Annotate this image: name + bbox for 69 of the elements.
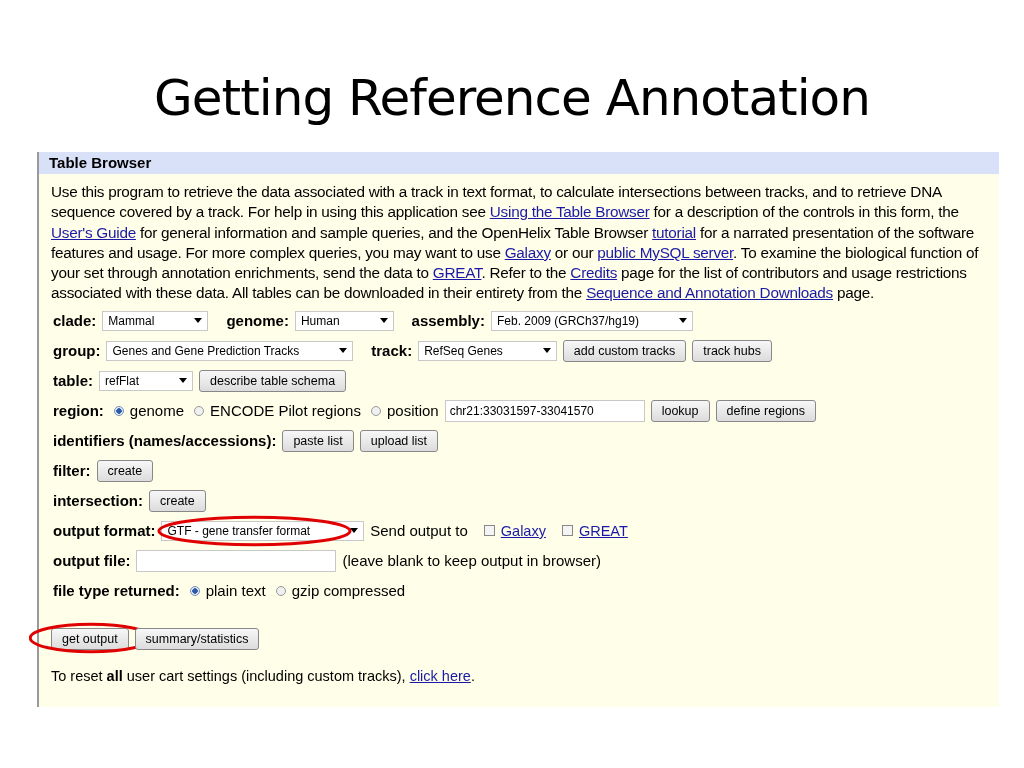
checkbox[interactable]	[561, 525, 573, 537]
radio-button[interactable]	[113, 405, 124, 416]
caret-icon	[379, 318, 388, 324]
dropdown[interactable]: GTF - gene transfer format	[161, 520, 365, 541]
help-link[interactable]: GREAT	[432, 264, 482, 282]
caret-icon	[339, 348, 348, 354]
field-label: group:	[53, 342, 101, 360]
form-button[interactable]: upload list	[359, 429, 439, 452]
dropdown[interactable]: Mammal	[102, 310, 209, 331]
field-label: file type returned:	[53, 582, 180, 600]
help-link[interactable]: Using the Table Browser	[489, 203, 650, 221]
radio-button[interactable]	[189, 585, 200, 596]
help-link[interactable]: Galaxy	[504, 243, 551, 261]
field-label: clade:	[53, 312, 97, 330]
field-label: output format:	[53, 522, 156, 540]
field-label: output file:	[53, 552, 131, 570]
field-label: track:	[371, 342, 413, 360]
caret-icon	[350, 528, 359, 534]
caret-icon	[542, 348, 551, 354]
dropdown[interactable]: RefSeq Genes	[418, 340, 557, 361]
form-button[interactable]: lookup	[650, 399, 710, 422]
field-note: (leave blank to keep output in browser)	[342, 552, 601, 570]
input-field[interactable]: chr21:33031597-33041570	[444, 399, 645, 422]
radio-button[interactable]	[194, 405, 205, 416]
reset-sentence: To reset all user cart settings (including custom tracks), click here.	[51, 667, 476, 684]
dropdown[interactable]: Human	[294, 310, 394, 331]
form-button[interactable]: summary/statistics	[134, 627, 260, 650]
form-button[interactable]: define regions	[715, 399, 817, 422]
radio-label: ENCODE Pilot regions	[210, 402, 361, 420]
field-label: region:	[53, 402, 104, 420]
field-label: filter:	[53, 462, 91, 480]
radio-label: plain text	[205, 582, 266, 600]
intro-paragraph: Use this program to retrieve the data associated with a track in text format, to calculate intersections between tracks, and to retrieve DNA sequence covered by a track. For help in using this application see Using the Table Browser for a description of the controls in this form, the User's Guide for general information and sample queries, and the OpenHelix Table Browser tutorial for a narrated presentation of the software features and usage. For more complex queries, you may want to use Galaxy or our public MySQL server. To examine the biological function of your set through annotation enrichments, send the data to GREAT. Refer to the Credits page for the list of contributors and usage restrictions associated with these data. All tables can be downloaded in their entirety from the Sequence and Annotation Downloads page.	[51, 182, 980, 304]
input-field[interactable]	[136, 549, 337, 572]
field-label: identifiers (names/accessions):	[53, 432, 277, 450]
radio-label: position	[386, 402, 439, 420]
form-button[interactable]: paste list	[282, 429, 354, 452]
radio-label: genome	[129, 402, 185, 420]
form-button[interactable]: add custom tracks	[562, 339, 687, 362]
field-label: intersection:	[53, 492, 143, 510]
checkbox-link[interactable]: GREAT	[578, 522, 628, 539]
field-note: Send output to	[370, 522, 468, 540]
field-label: assembly:	[411, 312, 485, 330]
caret-icon	[679, 318, 688, 324]
field-label: genome:	[226, 312, 289, 330]
checkbox-link[interactable]: Galaxy	[500, 522, 546, 539]
dropdown[interactable]: Feb. 2009 (GRCh37/hg19)	[490, 310, 694, 331]
panel-header: Table Browser	[39, 152, 999, 174]
radio-label: gzip compressed	[291, 582, 406, 600]
help-link[interactable]: Credits	[570, 264, 618, 282]
reset-link[interactable]: click here	[409, 667, 471, 684]
help-link[interactable]: Sequence and Annotation Downloads	[586, 284, 834, 302]
form-button[interactable]: get output	[51, 627, 129, 650]
dropdown[interactable]: refFlat	[99, 370, 194, 391]
form-button[interactable]: describe table schema	[199, 369, 347, 392]
help-link[interactable]: tutorial	[652, 223, 696, 241]
caret-icon	[179, 378, 188, 384]
field-label: table:	[53, 372, 93, 390]
caret-icon	[194, 318, 203, 324]
checkbox[interactable]	[483, 525, 495, 537]
form-button[interactable]: create	[96, 459, 154, 482]
help-link[interactable]: public MySQL server	[597, 243, 734, 261]
radio-button[interactable]	[275, 585, 286, 596]
dropdown[interactable]: Genes and Gene Prediction Tracks	[106, 340, 354, 361]
form-button[interactable]: track hubs	[692, 339, 772, 362]
form-button[interactable]: create	[149, 489, 206, 512]
help-link[interactable]: User's Guide	[51, 223, 136, 241]
radio-button[interactable]	[370, 405, 381, 416]
slide-title: Getting Reference Annotation	[153, 68, 871, 129]
